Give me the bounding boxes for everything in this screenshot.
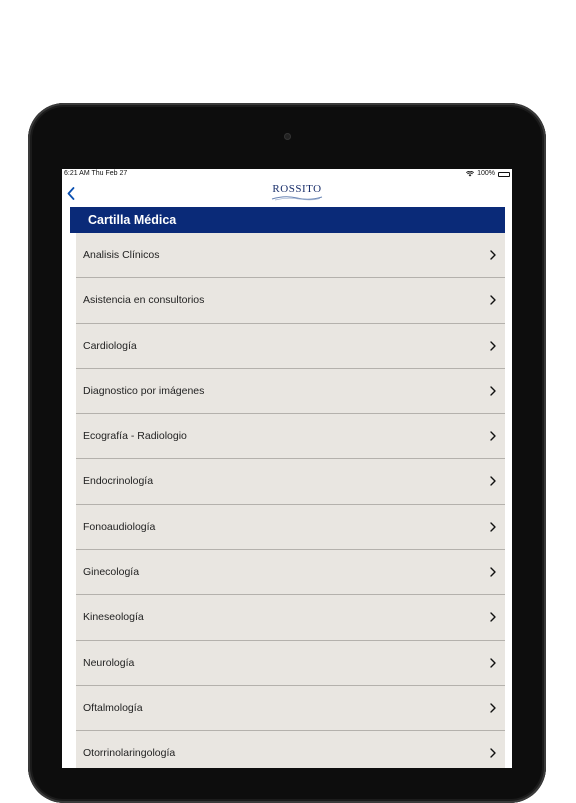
page-title: Cartilla Médica xyxy=(70,207,505,233)
list-item-label: Endocrinología xyxy=(83,475,154,488)
list-item-label: Neurología xyxy=(83,656,135,669)
navigation-bar: ROSSITO xyxy=(62,179,512,207)
status-right-group: 100% xyxy=(466,169,510,179)
list-item-label: Ecografía - Radiologio xyxy=(83,430,187,443)
list-item[interactable]: Oftalmología xyxy=(76,686,505,732)
list-item-label: Cardiología xyxy=(83,339,137,352)
list-item[interactable]: Fonoaudiología xyxy=(76,505,505,551)
chevron-right-icon xyxy=(490,476,496,487)
list-item-label: Fonoaudiología xyxy=(83,520,156,533)
chevron-right-icon xyxy=(490,612,496,623)
battery-icon xyxy=(498,171,510,177)
back-button[interactable] xyxy=(64,183,78,203)
list-item-label: Asistencia en consultorios xyxy=(83,294,205,307)
front-camera xyxy=(284,133,291,140)
chevron-right-icon xyxy=(490,250,496,260)
list-item-label: Analisis Clínicos xyxy=(83,249,160,261)
battery-percent: 100% xyxy=(477,170,495,177)
wifi-icon xyxy=(466,171,475,177)
chevron-right-icon xyxy=(490,386,496,396)
chevron-right-icon xyxy=(490,522,496,532)
list-item-label: Otorrinolaringología xyxy=(83,747,176,760)
logo-text: ROSSITO xyxy=(272,183,322,195)
status-bar: 6:21 AM Thu Feb 27 100% xyxy=(62,169,512,179)
list-item[interactable]: Otorrinolaringología xyxy=(76,731,505,768)
list-item[interactable]: Cardiología xyxy=(76,324,505,369)
chevron-left-icon xyxy=(67,186,75,200)
chevron-right-icon xyxy=(490,431,496,441)
list-item-label: Kineseología xyxy=(83,611,144,624)
list-item[interactable]: Ecografía - Radiologio xyxy=(76,414,505,460)
list-item-label: Diagnostico por imágenes xyxy=(83,384,205,397)
chevron-right-icon xyxy=(490,567,496,577)
chevron-right-icon xyxy=(490,748,496,758)
logo-swoosh-icon xyxy=(271,196,323,201)
list-item[interactable]: Neurología xyxy=(76,641,505,686)
list-item[interactable]: Asistencia en consultorios xyxy=(76,278,505,324)
list-item-label: Oftalmología xyxy=(83,701,143,714)
list-item[interactable]: Kineseología xyxy=(76,595,505,641)
specialty-list: Analisis Clínicos Asistencia en consulto… xyxy=(76,233,505,768)
chevron-right-icon xyxy=(490,295,496,305)
list-item[interactable]: Ginecología xyxy=(76,550,505,596)
chevron-right-icon xyxy=(490,703,496,713)
status-time: 6:21 AM Thu Feb 27 xyxy=(64,170,128,177)
list-item[interactable]: Diagnostico por imágenes xyxy=(76,369,505,415)
list-item[interactable]: Analisis Clínicos xyxy=(76,233,505,279)
list-item-label: Ginecología xyxy=(83,566,140,579)
chevron-right-icon xyxy=(490,340,496,351)
rossito-logo: ROSSITO xyxy=(267,183,327,203)
app-screen: 6:21 AM Thu Feb 27 100% ROSSITO Cartilla xyxy=(62,169,512,768)
chevron-right-icon xyxy=(490,657,496,668)
list-item[interactable]: Endocrinología xyxy=(76,459,505,505)
